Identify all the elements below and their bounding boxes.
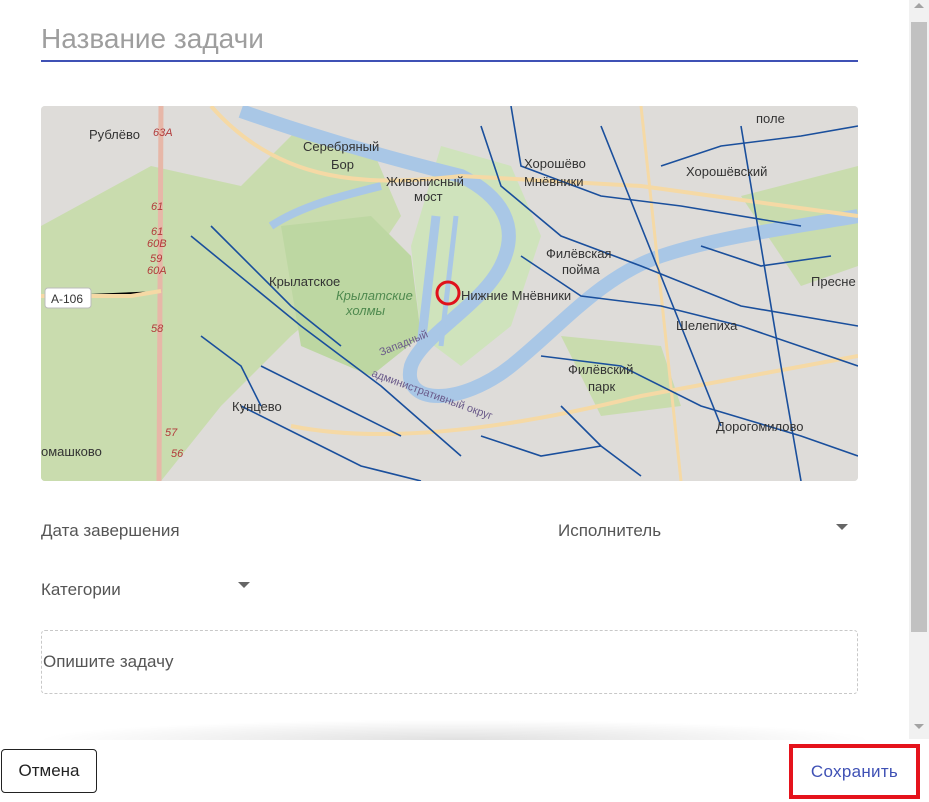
map-label: 61 bbox=[151, 201, 163, 213]
map-label: Бор bbox=[331, 157, 354, 172]
categories-select[interactable]: Категории bbox=[41, 580, 121, 600]
map-label: Филёвский bbox=[568, 362, 633, 377]
scrollbar[interactable] bbox=[909, 0, 929, 739]
map-canvas[interactable]: Рублёво Серебряный Бор Живописный мост Х… bbox=[41, 106, 858, 481]
scroll-thumb[interactable] bbox=[911, 22, 927, 632]
description-input[interactable] bbox=[41, 630, 858, 694]
map-label: 56 bbox=[171, 448, 184, 460]
map-label: Кунцево bbox=[232, 399, 282, 414]
map-label: 59 bbox=[150, 253, 162, 265]
map-label: Рублёво bbox=[89, 127, 140, 142]
map-label: Крылатские bbox=[336, 288, 413, 303]
chevron-down-icon[interactable] bbox=[836, 524, 848, 530]
map-label: Крылатское bbox=[269, 274, 340, 289]
scroll-up-icon[interactable] bbox=[914, 3, 924, 8]
map-label: 60А bbox=[147, 265, 167, 277]
map-label: Дорогомилово bbox=[716, 419, 803, 434]
map-label: Шелепиха bbox=[676, 318, 738, 333]
map-label: Хорошёвский bbox=[686, 164, 767, 179]
dialog-footer: Отмена Сохранить bbox=[0, 740, 929, 802]
task-title-input[interactable] bbox=[41, 18, 858, 62]
footer-divider bbox=[0, 718, 909, 740]
map-label: омашково bbox=[41, 444, 102, 459]
map-label: парк bbox=[588, 379, 615, 394]
map-label: 63А bbox=[153, 127, 173, 139]
map-label: Пресне bbox=[811, 274, 856, 289]
map-label: Филёвская bbox=[546, 246, 611, 261]
map-label: Серебряный bbox=[303, 139, 379, 154]
map-label: мост bbox=[414, 189, 443, 204]
map-label: поле bbox=[756, 111, 785, 126]
cancel-button[interactable]: Отмена bbox=[1, 749, 97, 793]
road-sign-label: А-106 bbox=[51, 292, 83, 306]
map-label: 58 bbox=[151, 323, 164, 335]
map-label: пойма bbox=[562, 262, 600, 277]
map-label: 57 bbox=[165, 427, 178, 439]
chevron-down-icon[interactable] bbox=[238, 582, 250, 588]
map-label: 61 bbox=[151, 226, 163, 238]
map-view[interactable]: Рублёво Серебряный Бор Живописный мост Х… bbox=[41, 106, 858, 481]
assignee-select[interactable]: Исполнитель bbox=[558, 521, 661, 541]
scroll-down-icon[interactable] bbox=[914, 724, 924, 729]
due-date-field[interactable]: Дата завершения bbox=[41, 521, 180, 541]
save-button-highlight: Сохранить bbox=[789, 744, 920, 799]
map-label: холмы bbox=[345, 303, 386, 318]
map-label: Нижние Мнёвники bbox=[461, 288, 571, 303]
map-label: Хорошёво bbox=[524, 156, 586, 171]
map-label: 60В bbox=[147, 238, 167, 250]
map-label: Живописный bbox=[386, 174, 464, 189]
map-label: Мнёвники bbox=[524, 174, 584, 189]
save-button[interactable]: Сохранить bbox=[793, 748, 916, 795]
